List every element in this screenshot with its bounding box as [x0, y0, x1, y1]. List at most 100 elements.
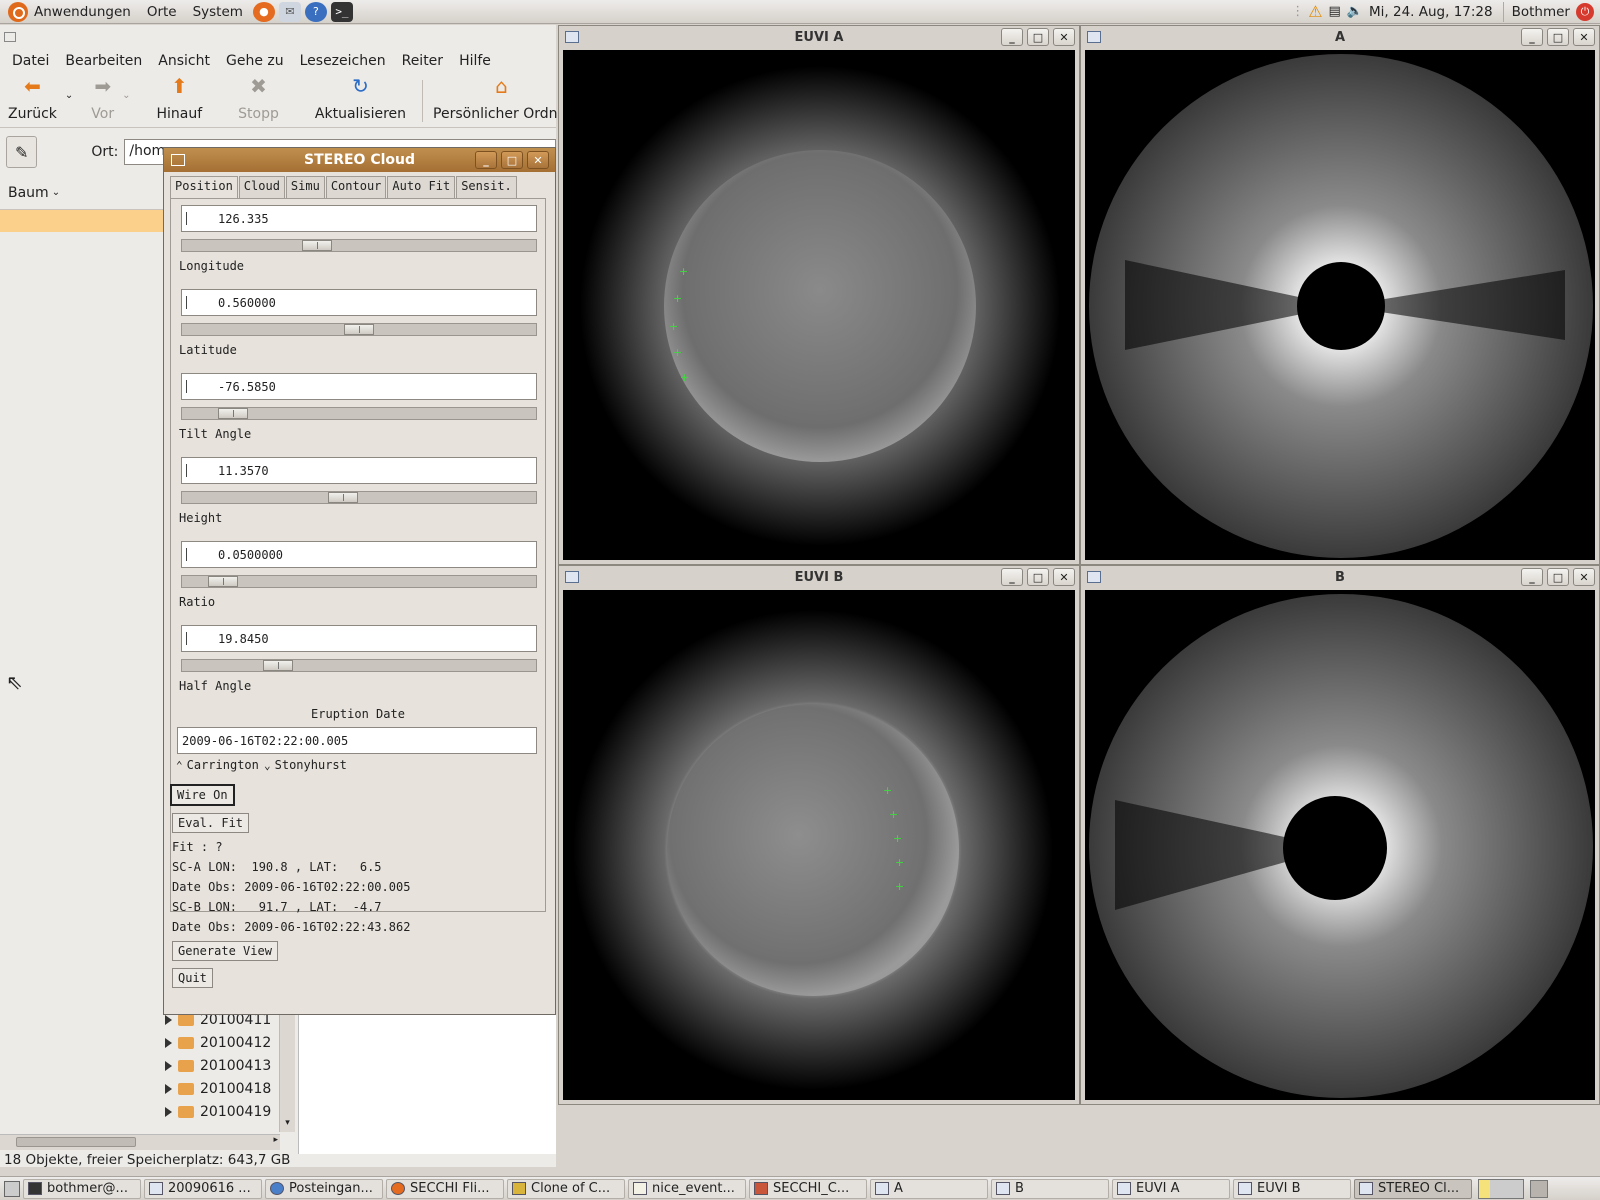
- shutdown-icon[interactable]: ⏻: [1576, 2, 1594, 21]
- maximize-icon[interactable]: □: [1547, 568, 1569, 586]
- maximize-icon[interactable]: □: [1547, 28, 1569, 46]
- slider-thumb[interactable]: [328, 492, 358, 503]
- volume-icon[interactable]: 🔈: [1347, 4, 1363, 19]
- euvi-a-image[interactable]: + + + + +: [563, 50, 1075, 560]
- longitude-input[interactable]: 126.335: [181, 205, 537, 232]
- clock[interactable]: Mi, 24. Aug, 17:28: [1369, 0, 1503, 24]
- expander-icon[interactable]: [165, 1060, 172, 1071]
- mail-launcher-icon[interactable]: ✉: [278, 1, 301, 22]
- close-icon[interactable]: ✕: [1053, 28, 1075, 46]
- task-firefox[interactable]: SECCHI Fli...: [386, 1178, 504, 1199]
- window-titlebar[interactable]: EUVI B _ □ ✕: [559, 566, 1079, 588]
- window-menu-icon[interactable]: [171, 154, 185, 166]
- maximize-icon[interactable]: □: [501, 151, 523, 169]
- expander-icon[interactable]: [165, 1106, 172, 1117]
- trash-icon[interactable]: [1530, 1179, 1548, 1198]
- cor-a-image[interactable]: [1085, 50, 1595, 560]
- close-icon[interactable]: ✕: [527, 151, 549, 169]
- tab-contour[interactable]: Contour: [325, 176, 387, 198]
- window-menu-icon[interactable]: [565, 571, 579, 583]
- expander-icon[interactable]: [165, 1083, 172, 1094]
- home-folder-button[interactable]: ⌂ Persönlicher Ordner: [422, 76, 580, 122]
- latitude-slider[interactable]: [181, 323, 537, 336]
- eval-fit-button[interactable]: Eval. Fit: [172, 813, 250, 833]
- warning-icon[interactable]: ⚠: [1308, 2, 1322, 21]
- task-window-a[interactable]: A: [870, 1178, 988, 1199]
- stonyhurst-radio[interactable]: ⌄ Stonyhurst: [264, 758, 347, 772]
- minimize-icon[interactable]: _: [1001, 28, 1023, 46]
- maximize-icon[interactable]: □: [1027, 28, 1049, 46]
- latitude-input[interactable]: 0.560000: [181, 289, 537, 316]
- tilt-angle-input[interactable]: -76.5850: [181, 373, 537, 400]
- ratio-slider[interactable]: [181, 575, 537, 588]
- user-menu[interactable]: Bothmer: [1512, 0, 1576, 24]
- task-clone[interactable]: Clone of C...: [507, 1178, 625, 1199]
- tab-auto-fit[interactable]: Auto Fit: [387, 176, 456, 198]
- tab-simu[interactable]: Simu: [285, 176, 325, 198]
- cor-b-image[interactable]: [1085, 590, 1595, 1100]
- task-window-b[interactable]: B: [991, 1178, 1109, 1199]
- file-list-area[interactable]: [298, 1008, 556, 1154]
- back-history-dropdown-icon[interactable]: ⌄: [65, 90, 73, 101]
- expander-icon[interactable]: [165, 1037, 172, 1048]
- scrollbar-thumb[interactable]: [16, 1137, 136, 1147]
- tree-row[interactable]: 20100418: [165, 1077, 295, 1100]
- terminal-launcher-icon[interactable]: >_: [330, 1, 353, 22]
- show-desktop-icon[interactable]: [4, 1180, 20, 1197]
- slider-thumb[interactable]: [208, 576, 238, 587]
- maximize-icon[interactable]: □: [1027, 568, 1049, 586]
- tree-row[interactable]: 20100413: [165, 1054, 295, 1077]
- slider-thumb[interactable]: [218, 408, 248, 419]
- close-icon[interactable]: ✕: [1573, 28, 1595, 46]
- window-titlebar[interactable]: B _ □ ✕: [1081, 566, 1599, 588]
- dialog-titlebar[interactable]: STEREO Cloud _ □ ✕: [164, 148, 555, 172]
- task-euvi-b[interactable]: EUVI B: [1233, 1178, 1351, 1199]
- tab-sensit[interactable]: Sensit.: [456, 176, 517, 198]
- toggle-location-entry-icon[interactable]: ✎: [6, 136, 38, 168]
- generate-view-button[interactable]: Generate View: [172, 941, 278, 961]
- window-menu-icon[interactable]: [565, 31, 579, 43]
- tree-vertical-scrollbar[interactable]: ▾: [279, 1008, 295, 1132]
- tree-row[interactable]: 20100419: [165, 1100, 295, 1123]
- tree-row[interactable]: 20100412: [165, 1031, 295, 1054]
- window-titlebar[interactable]: EUVI A _ □ ✕: [559, 26, 1079, 48]
- system-menu[interactable]: System: [185, 0, 251, 24]
- quit-button[interactable]: Quit: [172, 968, 213, 988]
- help-launcher-icon[interactable]: ?: [304, 1, 327, 22]
- task-terminal[interactable]: bothmer@...: [23, 1178, 141, 1199]
- firefox-launcher-icon[interactable]: ●: [252, 1, 275, 22]
- close-icon[interactable]: ✕: [1053, 568, 1075, 586]
- slider-thumb[interactable]: [263, 660, 293, 671]
- expander-icon[interactable]: [165, 1014, 172, 1025]
- minimize-icon[interactable]: _: [1521, 568, 1543, 586]
- longitude-slider[interactable]: [181, 239, 537, 252]
- task-mail[interactable]: Posteingan...: [265, 1178, 383, 1199]
- forward-button[interactable]: ➡ Vor: [83, 76, 122, 122]
- up-button[interactable]: ⬆ Hinauf: [149, 76, 211, 122]
- eruption-date-input[interactable]: 2009-06-16T02:22:00.005: [177, 727, 537, 754]
- back-button[interactable]: ⬅ Zurück: [0, 76, 65, 122]
- task-secchi-c[interactable]: SECCHI_C...: [749, 1178, 867, 1199]
- window-menu-icon[interactable]: [1087, 571, 1101, 583]
- tree-horizontal-scrollbar[interactable]: ▸: [0, 1134, 280, 1150]
- stop-button[interactable]: ✖ Stopp: [230, 76, 287, 122]
- window-menu-icon[interactable]: [1087, 31, 1101, 43]
- places-menu[interactable]: Orte: [139, 0, 185, 24]
- half-angle-input[interactable]: 19.8450: [181, 625, 537, 652]
- task-file-manager[interactable]: 20090616 ...: [144, 1178, 262, 1199]
- window-menu-icon[interactable]: [4, 32, 16, 42]
- close-icon[interactable]: ✕: [1573, 568, 1595, 586]
- euvi-b-image[interactable]: + + + + +: [563, 590, 1075, 1100]
- reload-button[interactable]: ↻ Aktualisieren: [307, 76, 414, 122]
- task-stereo-cloud[interactable]: STEREO Cl...: [1354, 1178, 1472, 1199]
- height-input[interactable]: 11.3570: [181, 457, 537, 484]
- minimize-icon[interactable]: _: [1521, 28, 1543, 46]
- applications-menu[interactable]: Anwendungen: [0, 0, 139, 24]
- minimize-icon[interactable]: _: [1001, 568, 1023, 586]
- minimize-icon[interactable]: _: [475, 151, 497, 169]
- ratio-input[interactable]: 0.0500000: [181, 541, 537, 568]
- slider-thumb[interactable]: [302, 240, 332, 251]
- wire-on-button[interactable]: Wire On: [170, 784, 235, 806]
- tab-position[interactable]: Position: [170, 176, 238, 198]
- tab-cloud[interactable]: Cloud: [238, 176, 285, 198]
